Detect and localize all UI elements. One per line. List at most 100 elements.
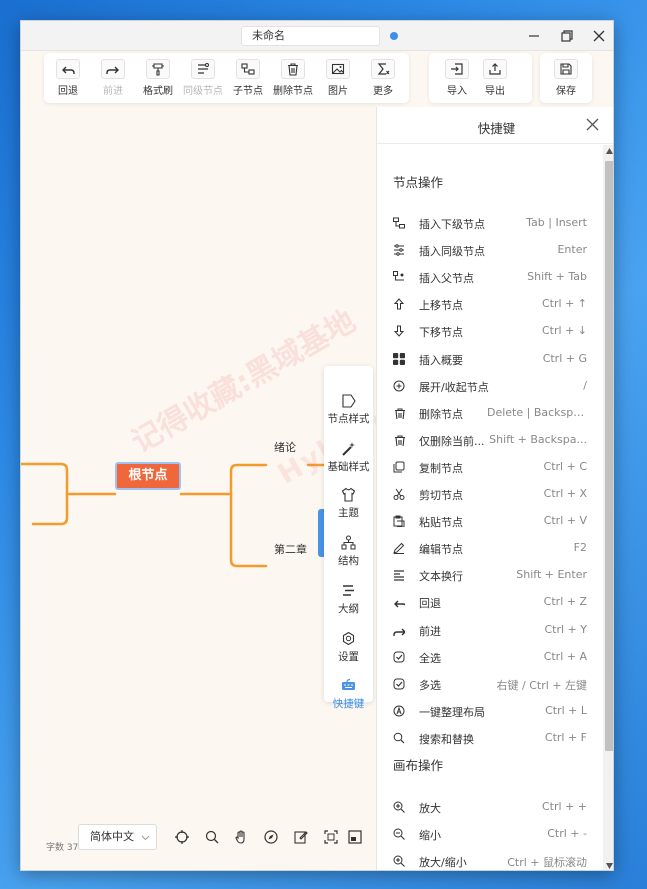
shortcut-list[interactable]: 节点操作 插入下级节点 Tab | Insert 插入同级节点 Enter 插入父节点 S… (377, 145, 603, 870)
undo-button[interactable]: 回退 (46, 59, 90, 97)
sibling-node-button[interactable]: 同级节点 (181, 59, 225, 97)
panel-close-button[interactable] (586, 118, 599, 131)
shortcut-key: Shift + Enter (516, 568, 587, 582)
shortcut-icon (393, 271, 405, 283)
root-node[interactable]: 根节点 (115, 462, 181, 490)
shortcut-name: 仅删除当前... (419, 434, 485, 448)
shortcut-key: 右键 / Ctrl + 左键 (496, 678, 587, 692)
scroll-up-icon[interactable] (606, 148, 613, 154)
mindmap-connectors (21, 462, 326, 568)
shortcut-key: Ctrl + 鼠标滚动 (507, 856, 587, 870)
panel-title: 快捷键 (477, 121, 516, 136)
formula-button[interactable]: 更多 (361, 59, 405, 97)
app-window: 未命名 回退 前进 格式刷 同级节点 子节点 删除节点 图片 更多 导入 导出 保存 记得收藏:… (20, 20, 614, 871)
shortcut-icon (393, 434, 405, 448)
magic-wand-icon (342, 442, 355, 456)
drag-mode-button[interactable] (233, 829, 249, 845)
child-node-1[interactable]: 绪论 (266, 437, 304, 457)
shortcut-key: Enter (557, 243, 587, 257)
shortcut-name: 插入概要 (419, 353, 463, 367)
child-node-icon-box (236, 59, 260, 79)
shortcut-icon (393, 380, 405, 392)
formula-icon-box (371, 59, 395, 79)
shortcut-icon (393, 569, 405, 581)
sidebar-item-label: 节点样式 (327, 413, 370, 425)
shortcut-icon (393, 801, 405, 813)
shortcut-name: 搜索和替换 (419, 732, 474, 746)
insert-child-icon (393, 217, 405, 229)
language-select[interactable]: 简体中文 (78, 824, 157, 850)
section-node-ops: 节点操作 (393, 175, 444, 190)
restore-button[interactable] (558, 27, 576, 45)
shortcut-row: 删除节点 Delete | Backspace (393, 405, 587, 423)
child-node-label: 子节点 (233, 86, 263, 97)
image-button[interactable]: 图片 (316, 59, 360, 97)
shirt-icon (341, 487, 356, 502)
minimap-icon (348, 830, 362, 844)
layout-icon (393, 705, 405, 717)
panel-scrollbar[interactable] (603, 145, 613, 870)
summary-icon (393, 352, 405, 365)
scroll-thumb[interactable] (605, 161, 613, 751)
shortcut-key: Ctrl + G (542, 351, 587, 365)
sidebar-item-6[interactable]: 快捷键 (324, 678, 373, 711)
save-button[interactable]: 保存 (544, 59, 588, 97)
search-icon (393, 732, 405, 744)
keyboard-icon (342, 678, 355, 690)
shortcut-name: 回退 (419, 597, 441, 611)
structure-icon (341, 535, 356, 550)
shortcut-key: Ctrl + C (543, 459, 587, 473)
sidebar-item-4[interactable]: 大纲 (324, 583, 373, 616)
shortcut-icon (393, 488, 405, 500)
shortcut-row: 搜索和替换 Ctrl + F (393, 730, 587, 748)
shortcut-name: 插入父节点 (419, 272, 474, 286)
search-button[interactable] (204, 829, 220, 845)
edit-button[interactable] (293, 829, 309, 845)
bottom-bar: 字数 37 简体中文 (21, 821, 376, 870)
node-style-icon (342, 394, 356, 408)
mindmap-canvas[interactable]: 记得收藏:黑域基地 Hybase.com 根节点 绪论 第二章 (21, 107, 472, 870)
shortcut-name: 编辑节点 (419, 543, 463, 557)
delete-node-button[interactable]: 删除节点 (271, 59, 315, 97)
trash-icon (395, 435, 405, 448)
save-icon-box (554, 59, 578, 79)
zoom-icon (393, 855, 405, 868)
child-node-button[interactable]: 子节点 (226, 59, 270, 97)
shortcut-key: Shift + Tab (527, 270, 587, 284)
expand-icon (393, 380, 405, 392)
format-painter-button[interactable]: 格式刷 (136, 59, 180, 97)
copy-icon (393, 461, 405, 473)
sidebar-item-5[interactable]: 设置 (324, 631, 373, 664)
sidebar-item-3[interactable]: 结构 (324, 535, 373, 568)
close-window-button[interactable] (590, 27, 608, 45)
fullscreen-button[interactable] (323, 829, 339, 845)
toolbar-edit-group: 回退 前进 格式刷 同级节点 子节点 删除节点 图片 更多 (44, 53, 409, 103)
redo-label: 前进 (103, 86, 123, 97)
sidebar-item-1[interactable]: 基础样式 (324, 441, 373, 474)
arrow-up-icon (393, 298, 405, 310)
child-node-2[interactable]: 第二章 (266, 539, 315, 559)
insert-parent-icon (393, 271, 404, 281)
sidebar-item-2[interactable]: 主题 (324, 487, 373, 520)
navigator-button[interactable] (263, 829, 279, 845)
fullscreen-icon (324, 830, 338, 844)
scroll-down-icon[interactable] (606, 863, 613, 869)
sidebar-item-0[interactable]: 节点样式 (324, 393, 373, 426)
minimap-button[interactable] (347, 829, 363, 845)
minimize-button[interactable] (525, 27, 543, 45)
format-painter-label: 格式刷 (143, 86, 173, 97)
word-count: 字数 37 (46, 840, 78, 853)
delete-node-label: 删除节点 (273, 86, 313, 97)
hand-icon (235, 830, 245, 844)
shortcut-icon (393, 705, 405, 717)
image-label: 图片 (328, 86, 348, 97)
locate-button[interactable] (174, 829, 190, 845)
edit-icon (294, 831, 308, 844)
shortcut-name: 缩小 (419, 829, 441, 843)
minimize-icon (529, 35, 539, 37)
shortcut-row: 上移节点 Ctrl + ↑ (393, 296, 587, 314)
redo-button[interactable]: 前进 (91, 59, 135, 97)
export-button[interactable]: 导出 (473, 59, 517, 97)
shortcut-icon (393, 596, 407, 609)
document-title-field[interactable]: 未命名 (241, 26, 380, 46)
